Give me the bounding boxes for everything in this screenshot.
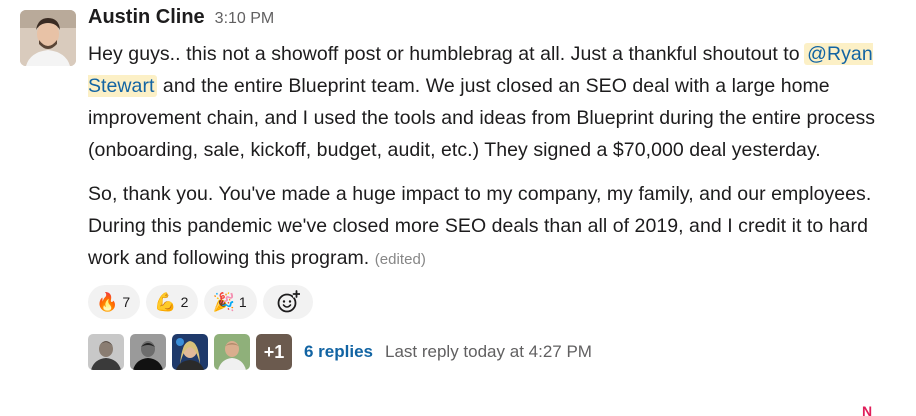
reaction-fire[interactable]: 🔥 7 (88, 285, 141, 319)
reply-avatar (88, 334, 124, 370)
message-header: Austin Cline 3:10 PM (88, 6, 908, 38)
party-popper-icon: 🎉 (212, 292, 235, 312)
flexed-biceps-icon: 💪 (154, 292, 177, 312)
reaction-muscle[interactable]: 💪 2 (146, 285, 199, 319)
message: Austin Cline 3:10 PM Hey guys.. this not… (0, 0, 916, 416)
message-timestamp[interactable]: 3:10 PM (215, 10, 275, 28)
last-reply-text: Last reply today at 4:27 PM (385, 342, 592, 361)
reaction-tada[interactable]: 🎉 1 (204, 285, 257, 319)
message-paragraph: Hey guys.. this not a showoff post or hu… (88, 38, 908, 166)
new-indicator: N (862, 406, 873, 416)
edited-label: (edited) (374, 251, 426, 268)
thread-summary[interactable]: +1 6 replies Last reply today at 4:27 PM (88, 334, 908, 370)
message-body: Hey guys.. this not a showoff post or hu… (88, 38, 908, 276)
message-paragraph: So, thank you. You've made a huge impact… (88, 178, 908, 276)
reaction-count: 2 (180, 294, 189, 310)
reaction-count: 7 (122, 294, 131, 310)
paragraph-text: Hey guys.. this not a showoff post or hu… (88, 43, 806, 65)
reactions-bar: 🔥 7 💪 2 🎉 1 (88, 285, 908, 319)
message-content: Austin Cline 3:10 PM Hey guys.. this not… (88, 6, 908, 370)
paragraph-text: So, thank you. You've made a huge impact… (88, 183, 872, 269)
author-name[interactable]: Austin Cline (88, 6, 205, 29)
reply-avatar (214, 334, 250, 370)
add-reaction-icon (277, 290, 300, 313)
add-reaction-button[interactable] (262, 285, 313, 319)
reaction-count: 1 (238, 294, 247, 310)
more-repliers-count: +1 (256, 334, 292, 370)
reply-avatar (130, 334, 166, 370)
paragraph-text: and the entire Blueprint team. We just c… (88, 75, 876, 161)
replies-link[interactable]: 6 replies (304, 342, 373, 362)
author-avatar[interactable] (20, 10, 76, 66)
reply-avatar (172, 334, 208, 370)
fire-icon: 🔥 (96, 292, 119, 312)
